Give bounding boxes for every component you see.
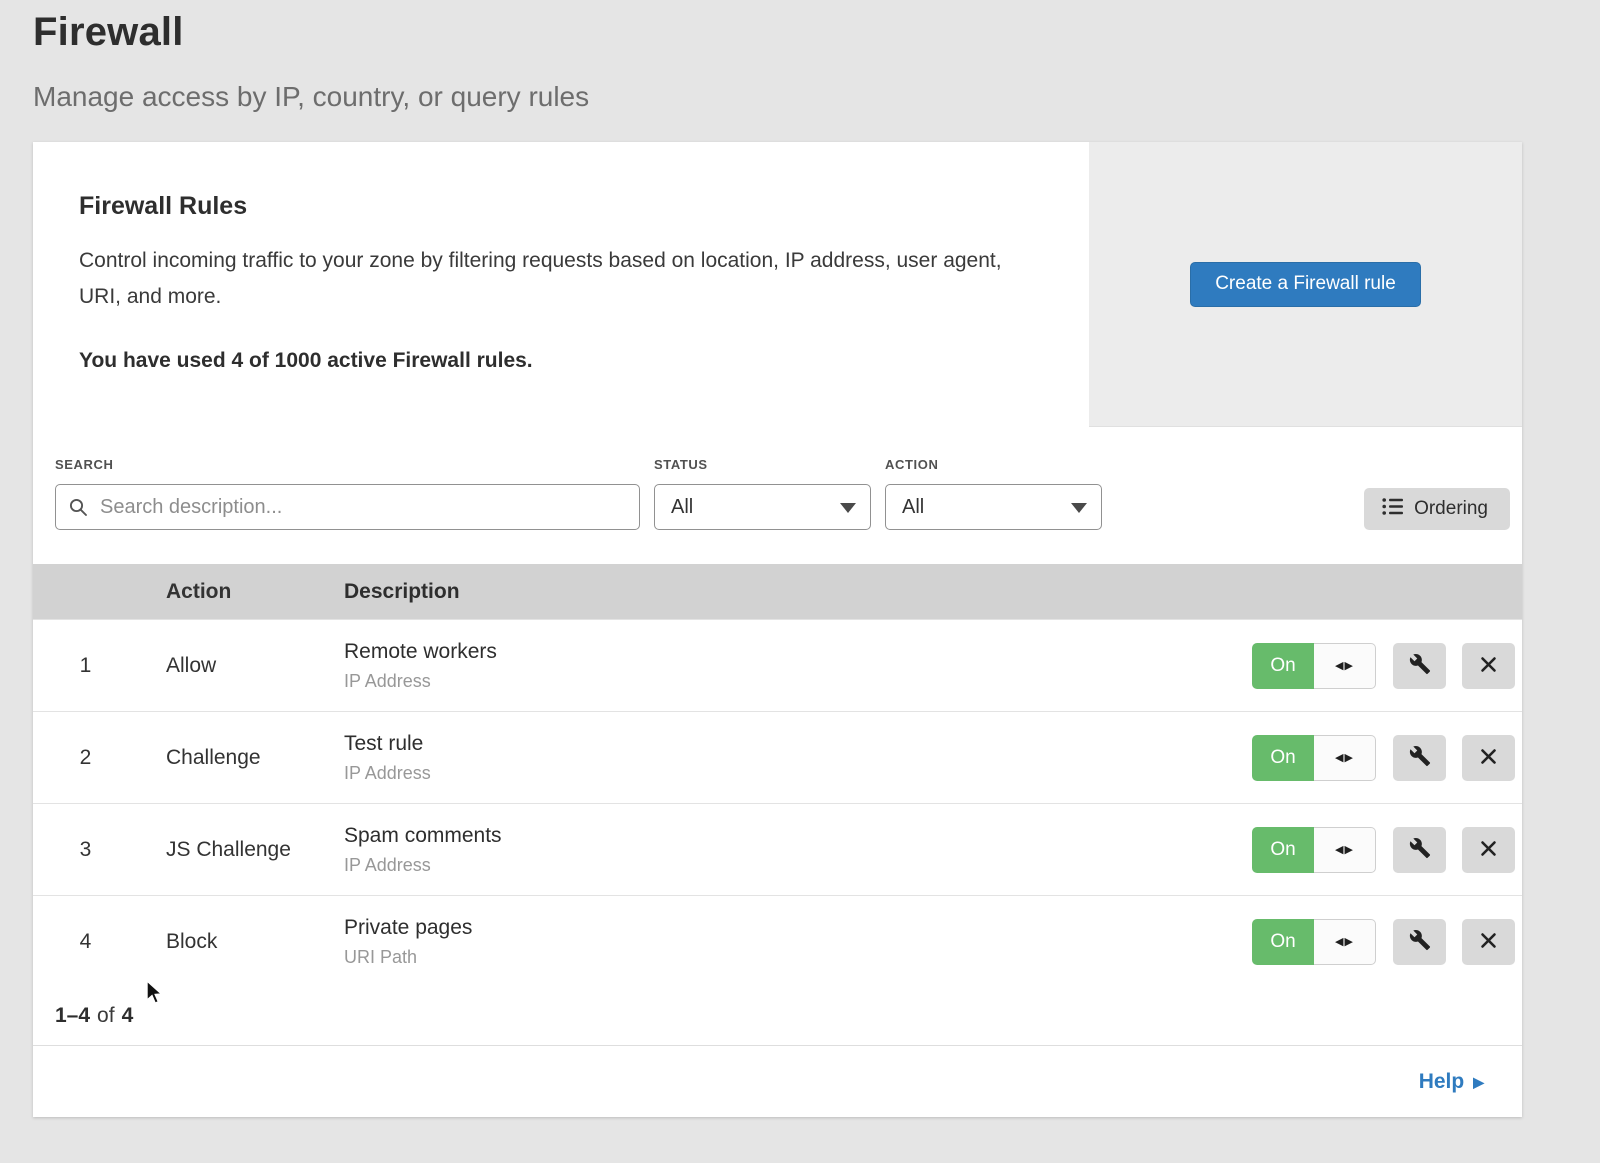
rules-intro-side-panel: Create a Firewall rule <box>1089 142 1522 427</box>
action-column-header: Action <box>166 580 344 604</box>
pagination-total: 4 <box>122 1004 134 1028</box>
toggle-on-label: On <box>1252 643 1314 689</box>
action-select[interactable]: All <box>885 484 1102 530</box>
close-icon <box>1479 839 1498 861</box>
action-label: ACTION <box>885 457 1102 472</box>
toggle-on-label: On <box>1252 827 1314 873</box>
close-icon <box>1479 655 1498 677</box>
ordering-button-label: Ordering <box>1414 498 1488 520</box>
table-row: 1 Allow Remote workers IP Address On ◀▶ <box>33 619 1522 711</box>
pagination-range: 1–4 <box>55 1004 90 1028</box>
toggle-on-label: On <box>1252 735 1314 781</box>
toggle-on-label: On <box>1252 919 1314 965</box>
edit-rule-button[interactable] <box>1393 919 1446 965</box>
help-link-label: Help <box>1419 1070 1465 1094</box>
action-filter: ACTION All <box>885 457 1102 564</box>
table-row: 3 JS Challenge Spam comments IP Address … <box>33 803 1522 895</box>
edit-rule-button[interactable] <box>1393 827 1446 873</box>
rule-action: Block <box>166 930 344 954</box>
card-footer: Help ▶ <box>33 1046 1522 1117</box>
status-selected-value: All <box>671 496 693 519</box>
ordering-button[interactable]: Ordering <box>1364 488 1510 530</box>
page-subtitle: Manage access by IP, country, or query r… <box>33 81 1567 113</box>
rule-index: 4 <box>33 930 166 954</box>
rules-section-description: Control incoming traffic to your zone by… <box>79 243 1029 315</box>
close-icon <box>1479 747 1498 769</box>
toggle-arrows-icon: ◀▶ <box>1314 827 1376 873</box>
description-column-header: Description <box>344 580 1232 604</box>
filters-bar: SEARCH STATUS All ACTION All <box>33 427 1522 564</box>
rule-action: JS Challenge <box>166 838 344 862</box>
rule-enabled-toggle[interactable]: On ◀▶ <box>1252 919 1376 965</box>
status-label: STATUS <box>654 457 871 472</box>
wrench-icon <box>1409 837 1431 862</box>
rule-field-type: IP Address <box>344 671 1232 692</box>
chevron-down-icon <box>840 503 856 513</box>
rule-index: 1 <box>33 654 166 678</box>
table-row: 4 Block Private pages URI Path On ◀▶ <box>33 895 1522 987</box>
firewall-rules-card: Firewall Rules Control incoming traffic … <box>33 142 1522 1117</box>
rule-description: Remote workers <box>344 640 1232 664</box>
ordering-list-icon <box>1382 497 1404 522</box>
rules-intro-section: Firewall Rules Control incoming traffic … <box>33 142 1522 427</box>
edit-rule-button[interactable] <box>1393 735 1446 781</box>
delete-rule-button[interactable] <box>1462 919 1515 965</box>
rule-enabled-toggle[interactable]: On ◀▶ <box>1252 735 1376 781</box>
search-filter: SEARCH <box>55 457 640 564</box>
chevron-down-icon <box>1071 503 1087 513</box>
status-select[interactable]: All <box>654 484 871 530</box>
wrench-icon <box>1409 929 1431 954</box>
pagination-of-label: of <box>97 1004 115 1028</box>
delete-rule-button[interactable] <box>1462 643 1515 689</box>
toggle-arrows-icon: ◀▶ <box>1314 643 1376 689</box>
help-link[interactable]: Help ▶ <box>1419 1070 1484 1094</box>
rule-description: Private pages <box>344 916 1232 940</box>
rule-index: 2 <box>33 746 166 770</box>
edit-rule-button[interactable] <box>1393 643 1446 689</box>
table-row: 2 Challenge Test rule IP Address On ◀▶ <box>33 711 1522 803</box>
rule-field-type: IP Address <box>344 763 1232 784</box>
search-icon <box>69 498 88 522</box>
rule-field-type: URI Path <box>344 947 1232 968</box>
page-title: Firewall <box>33 10 1567 55</box>
rules-usage-count: You have used 4 of 1000 active Firewall … <box>79 349 1029 373</box>
delete-rule-button[interactable] <box>1462 735 1515 781</box>
delete-rule-button[interactable] <box>1462 827 1515 873</box>
rule-enabled-toggle[interactable]: On ◀▶ <box>1252 643 1376 689</box>
toggle-arrows-icon: ◀▶ <box>1314 919 1376 965</box>
rule-action: Challenge <box>166 746 344 770</box>
rule-description: Test rule <box>344 732 1232 756</box>
rule-field-type: IP Address <box>344 855 1232 876</box>
search-input[interactable] <box>55 484 640 530</box>
rule-action: Allow <box>166 654 344 678</box>
rules-section-title: Firewall Rules <box>79 192 1029 221</box>
rule-description: Spam comments <box>344 824 1232 848</box>
arrow-right-icon: ▶ <box>1473 1075 1484 1089</box>
create-firewall-rule-button[interactable]: Create a Firewall rule <box>1190 262 1421 307</box>
search-label: SEARCH <box>55 457 640 472</box>
wrench-icon <box>1409 653 1431 678</box>
rules-table-header: Action Description <box>33 564 1522 619</box>
status-filter: STATUS All <box>654 457 871 564</box>
rule-enabled-toggle[interactable]: On ◀▶ <box>1252 827 1376 873</box>
close-icon <box>1479 931 1498 953</box>
rule-index: 3 <box>33 838 166 862</box>
toggle-arrows-icon: ◀▶ <box>1314 735 1376 781</box>
action-selected-value: All <box>902 496 924 519</box>
pagination: 1–4 of 4 <box>33 987 1522 1046</box>
wrench-icon <box>1409 745 1431 770</box>
firewall-page: Firewall Manage access by IP, country, o… <box>0 0 1600 1117</box>
rules-intro-text: Firewall Rules Control incoming traffic … <box>33 142 1089 427</box>
